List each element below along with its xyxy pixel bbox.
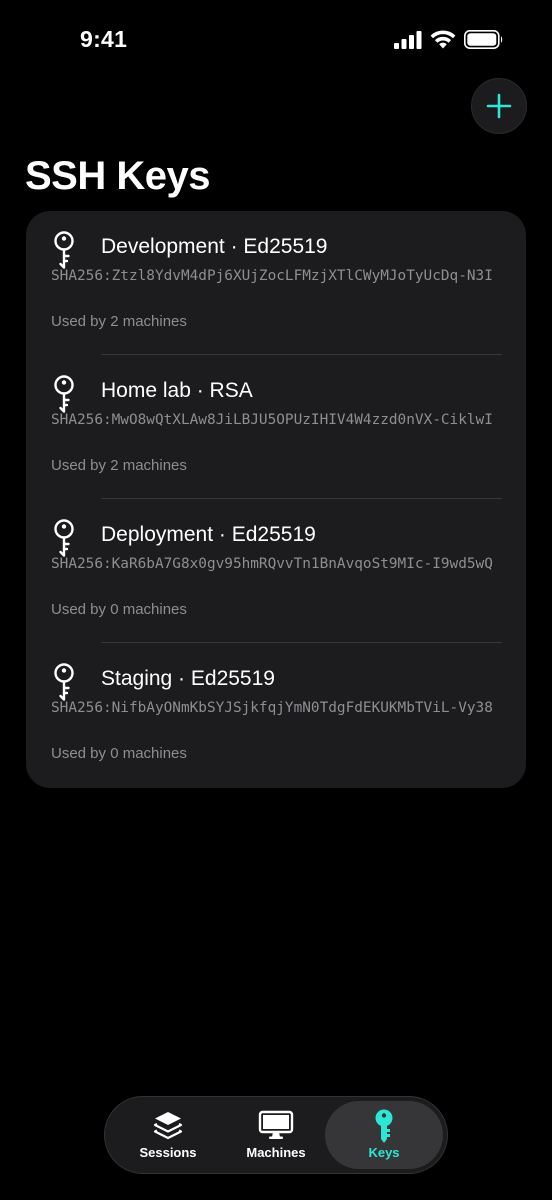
layers-icon (153, 1112, 183, 1140)
key-icon (54, 375, 74, 413)
key-fingerprint: SHA256:KaR6bA7G8x0gv95hmRQvvTn1BnAvqoSt9… (51, 556, 493, 572)
tab-sessions[interactable]: Sessions (111, 1101, 225, 1169)
wifi-icon (430, 30, 456, 49)
key-row-staging[interactable]: Staging · Ed25519 SHA256:NifbAyONmKbSYJS… (26, 643, 526, 787)
key-usage: Used by 2 machines (51, 313, 187, 330)
page-title: SSH Keys (25, 154, 210, 198)
add-key-button[interactable] (471, 78, 527, 134)
tab-label: Sessions (139, 1145, 197, 1160)
key-name: Deployment · Ed25519 (101, 523, 316, 546)
key-name: Staging · Ed25519 (101, 667, 275, 690)
battery-icon (464, 30, 503, 49)
tab-label: Machines (246, 1145, 306, 1160)
key-icon (54, 231, 74, 269)
tab-machines[interactable]: Machines (219, 1101, 333, 1169)
key-row-deployment[interactable]: Deployment · Ed25519 SHA256:KaR6bA7G8x0g… (26, 499, 526, 643)
key-name: Home lab · RSA (101, 379, 253, 402)
tab-keys[interactable]: Keys (325, 1101, 443, 1169)
key-usage: Used by 0 machines (51, 601, 187, 618)
tab-label: Keys (368, 1145, 400, 1160)
tab-bar: Sessions Machines Keys (104, 1096, 448, 1174)
key-usage: Used by 0 machines (51, 745, 187, 762)
key-icon (54, 663, 74, 701)
status-icons (394, 30, 504, 49)
key-name: Development · Ed25519 (101, 235, 328, 258)
key-row-home-lab[interactable]: Home lab · RSA SHA256:MwO8wQtXLAw8JiLBJU… (26, 355, 526, 499)
key-icon (375, 1109, 393, 1143)
plus-icon (486, 93, 512, 119)
status-time: 9:41 (80, 26, 128, 52)
key-icon (54, 519, 74, 557)
ssh-keys-screen: 9:41 SSH Keys Development · Ed25519 SHA2… (0, 0, 552, 1200)
keys-list: Development · Ed25519 SHA256:Ztzl8YdvM4d… (26, 211, 526, 788)
key-usage: Used by 2 machines (51, 457, 187, 474)
cellular-signal-icon (394, 30, 422, 49)
key-fingerprint: SHA256:Ztzl8YdvM4dPj6XUjZocLFMzjXTlCWyMJ… (51, 268, 493, 284)
desktop-icon (258, 1110, 294, 1139)
key-row-development[interactable]: Development · Ed25519 SHA256:Ztzl8YdvM4d… (26, 211, 526, 355)
key-fingerprint: SHA256:NifbAyONmKbSYJSjkfqjYmN0TdgFdEKUK… (51, 700, 493, 716)
key-fingerprint: SHA256:MwO8wQtXLAw8JiLBJU5OPUzIHIV4W4zzd… (51, 412, 493, 428)
status-bar: 9:41 (0, 0, 552, 80)
